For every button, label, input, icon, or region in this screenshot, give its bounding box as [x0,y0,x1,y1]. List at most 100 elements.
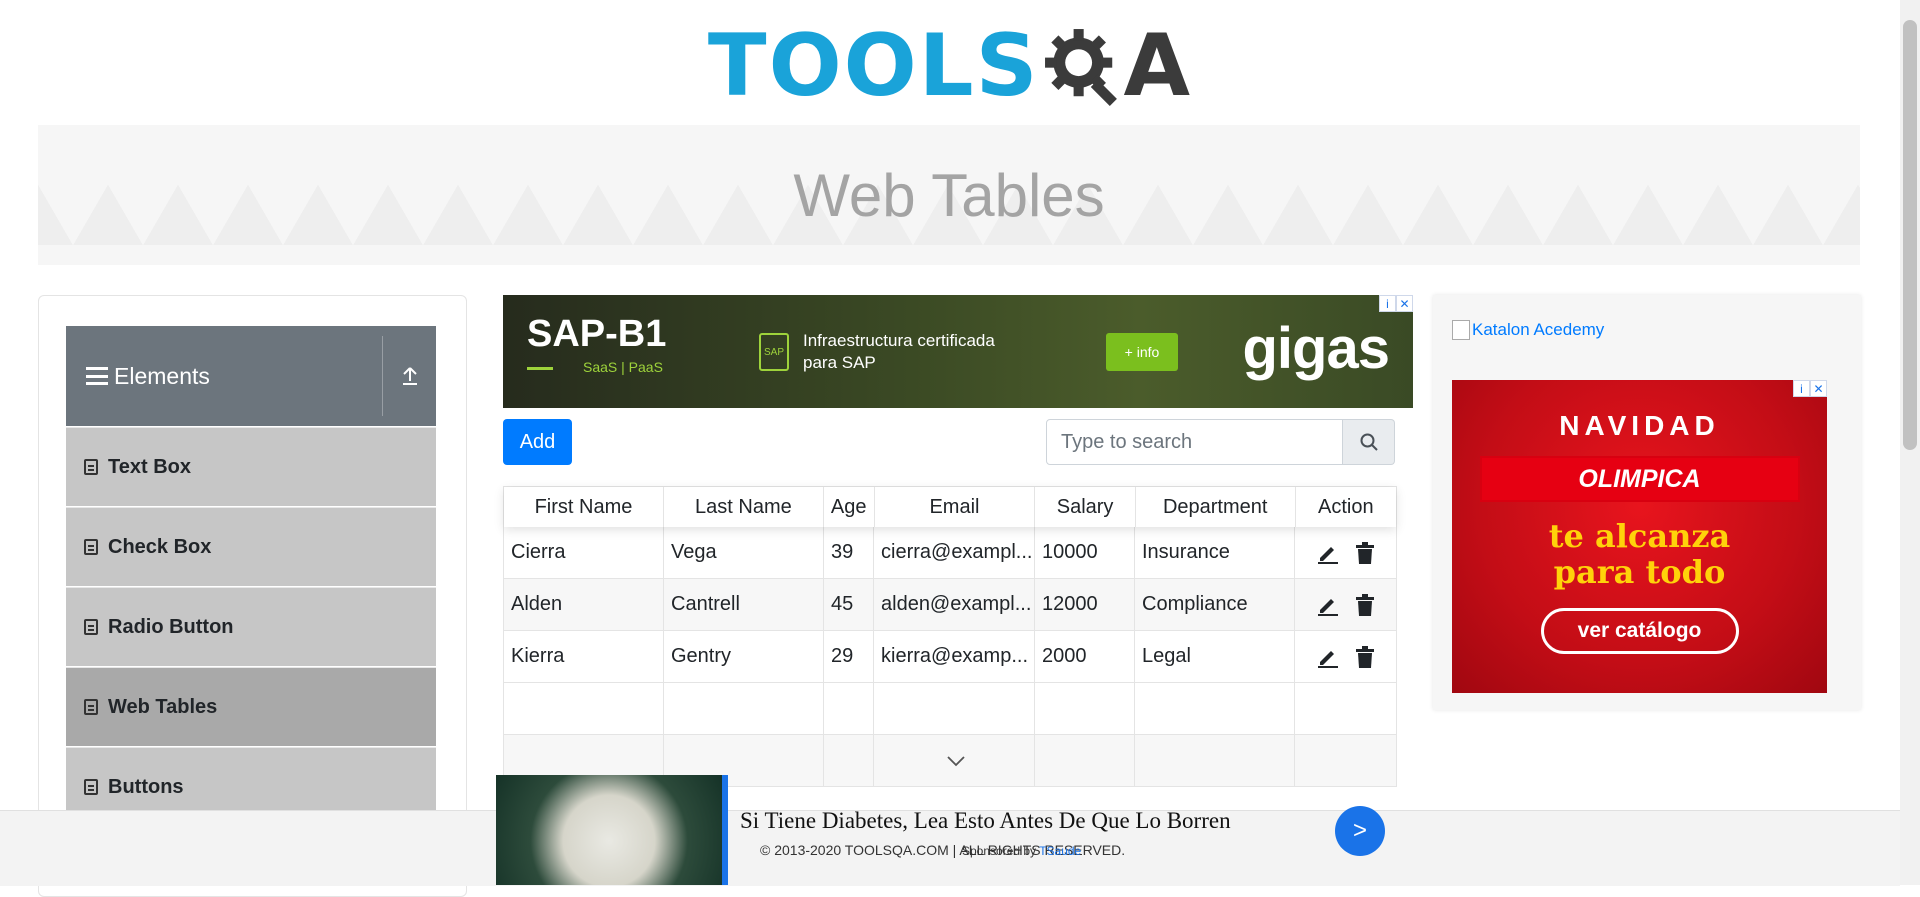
group-title-text: Elements [114,362,210,389]
table-header: First Name Last Name Age Email Salary De… [504,487,1396,527]
table-row: Kierra Gentry 29 kierra@examp... 2000 Le… [504,631,1396,683]
add-button[interactable]: Add [503,419,572,465]
logo-qa: A [1040,23,1193,109]
edit-icon[interactable] [1317,594,1339,616]
sidebar-item-text-box[interactable]: Text Box [66,427,436,506]
ad-brand: SAP-B1 [527,313,667,355]
collapse-toggle[interactable] [383,366,436,386]
search-input[interactable] [1046,419,1343,465]
column-header[interactable]: Department [1136,487,1296,527]
table-row: Cierra Vega 39 cierra@exampl... 10000 In… [504,527,1396,579]
sidebar-item-label: Radio Button [108,615,234,638]
table-row: Alden Cantrell 45 alden@exampl... 12000 … [504,579,1396,631]
cell: Vega [664,527,824,578]
column-header[interactable]: First Name [504,487,664,527]
left-sidebar: Elements Text Box Check Box Radio Button… [38,295,467,897]
sidebar-item-check-box[interactable]: Check Box [66,507,436,586]
ad-sponsor: Sponsored by TSaude [962,844,1081,858]
gear-icon [1044,28,1117,106]
ad-cta-button[interactable]: ver catálogo [1540,608,1739,654]
scrollbar-thumb[interactable] [1903,20,1917,450]
delete-icon[interactable] [1355,645,1375,668]
edit-icon[interactable] [1317,542,1339,564]
action-cell [1295,631,1396,682]
ad-company: gigas [1242,316,1390,381]
logo-text-a: A [1123,15,1193,116]
cell: Legal [1135,631,1295,682]
action-cell [1295,527,1396,578]
cell: Alden [504,579,664,630]
ad-go-button[interactable]: > [1335,806,1385,856]
broken-image-icon [1452,320,1470,340]
cell: 39 [824,527,874,578]
info-icon[interactable]: i [1379,295,1396,312]
document-icon: SAP [759,333,789,371]
cell: 29 [824,631,874,682]
search-button[interactable] [1343,419,1395,465]
elements-group-header[interactable]: Elements [66,326,436,426]
upload-icon [402,367,417,385]
ad-slogan-line: te alcanza [1548,517,1731,555]
action-cell [1295,579,1396,630]
ad-info-button[interactable]: + info [1106,333,1178,371]
close-icon[interactable]: ✕ [1810,380,1827,397]
ad-brand: OLIMPICA [1479,456,1800,502]
cell: alden@exampl... [874,579,1035,630]
ad-image [496,775,722,885]
toolsqa-logo[interactable]: TOOLS A [708,18,1192,113]
column-header[interactable]: Last Name [664,487,824,527]
olimpica-advertisement[interactable]: i ✕ NAVIDAD OLIMPICA te alcanza para todo … [1452,380,1827,693]
sidebar-item-label: Check Box [108,535,212,558]
cell: Insurance [1135,527,1295,578]
logo-text-tools: TOOLS [707,15,1040,116]
cell [504,683,664,734]
document-icon [84,459,98,475]
sidebar-item-label: Text Box [108,455,191,478]
edit-icon[interactable] [1317,646,1339,668]
ad-subtitle: SaaS | PaaS [527,359,663,375]
cell [664,683,824,734]
ad-slogan-line: para todo [1553,553,1726,591]
cell [1135,683,1295,734]
ad-choices[interactable]: i ✕ [1793,380,1827,397]
cell: Kierra [504,631,664,682]
info-icon[interactable]: i [1793,380,1810,397]
bottom-sticky-ad[interactable]: Si Tiene Diabetes, Lea Esto Antes De Que… [496,775,1396,885]
delete-icon[interactable] [1355,541,1375,564]
chevron-down-icon[interactable] [946,755,966,767]
cell [824,683,874,734]
group-title: Elements [66,363,382,390]
sidebar-item-web-tables[interactable]: Web Tables [66,667,436,746]
cell: 12000 [1035,579,1135,630]
column-header[interactable]: Salary [1035,487,1136,527]
sponsor-prefix: Sponsored by [962,844,1037,858]
ad-accent-bar [722,775,728,885]
katalon-alt-text: Katalon Acedemy [1472,320,1605,339]
column-header[interactable]: Email [875,487,1036,527]
katalon-academy-link[interactable]: Katalon Acedemy [1452,320,1604,340]
close-icon[interactable]: ✕ [1396,295,1413,312]
search-box [1046,419,1395,465]
delete-icon[interactable] [1355,593,1375,616]
sidebar-item-radio-button[interactable]: Radio Button [66,587,436,666]
cell [874,683,1035,734]
cell [1295,683,1396,734]
top-advertisement[interactable]: SAP-B1 SaaS | PaaS SAP Infraestructura c… [503,295,1413,408]
cell: Cierra [504,527,664,578]
cell: Gentry [664,631,824,682]
column-header[interactable]: Age [824,487,875,527]
cell: 10000 [1035,527,1135,578]
search-icon [1360,433,1378,451]
sidebar-item-label: Buttons [108,775,184,798]
document-icon [84,779,98,795]
document-icon [84,539,98,555]
sidebar-item-label: Web Tables [108,695,218,718]
cell [1035,683,1135,734]
ad-headline: NAVIDAD [1559,410,1720,441]
document-icon [84,699,98,715]
ad-choices[interactable]: i ✕ [1379,295,1413,312]
web-table: First Name Last Name Age Email Salary De… [503,486,1397,787]
page-banner: Web Tables [38,125,1860,265]
page-scrollbar[interactable] [1900,0,1920,885]
cell: kierra@examp... [874,631,1035,682]
